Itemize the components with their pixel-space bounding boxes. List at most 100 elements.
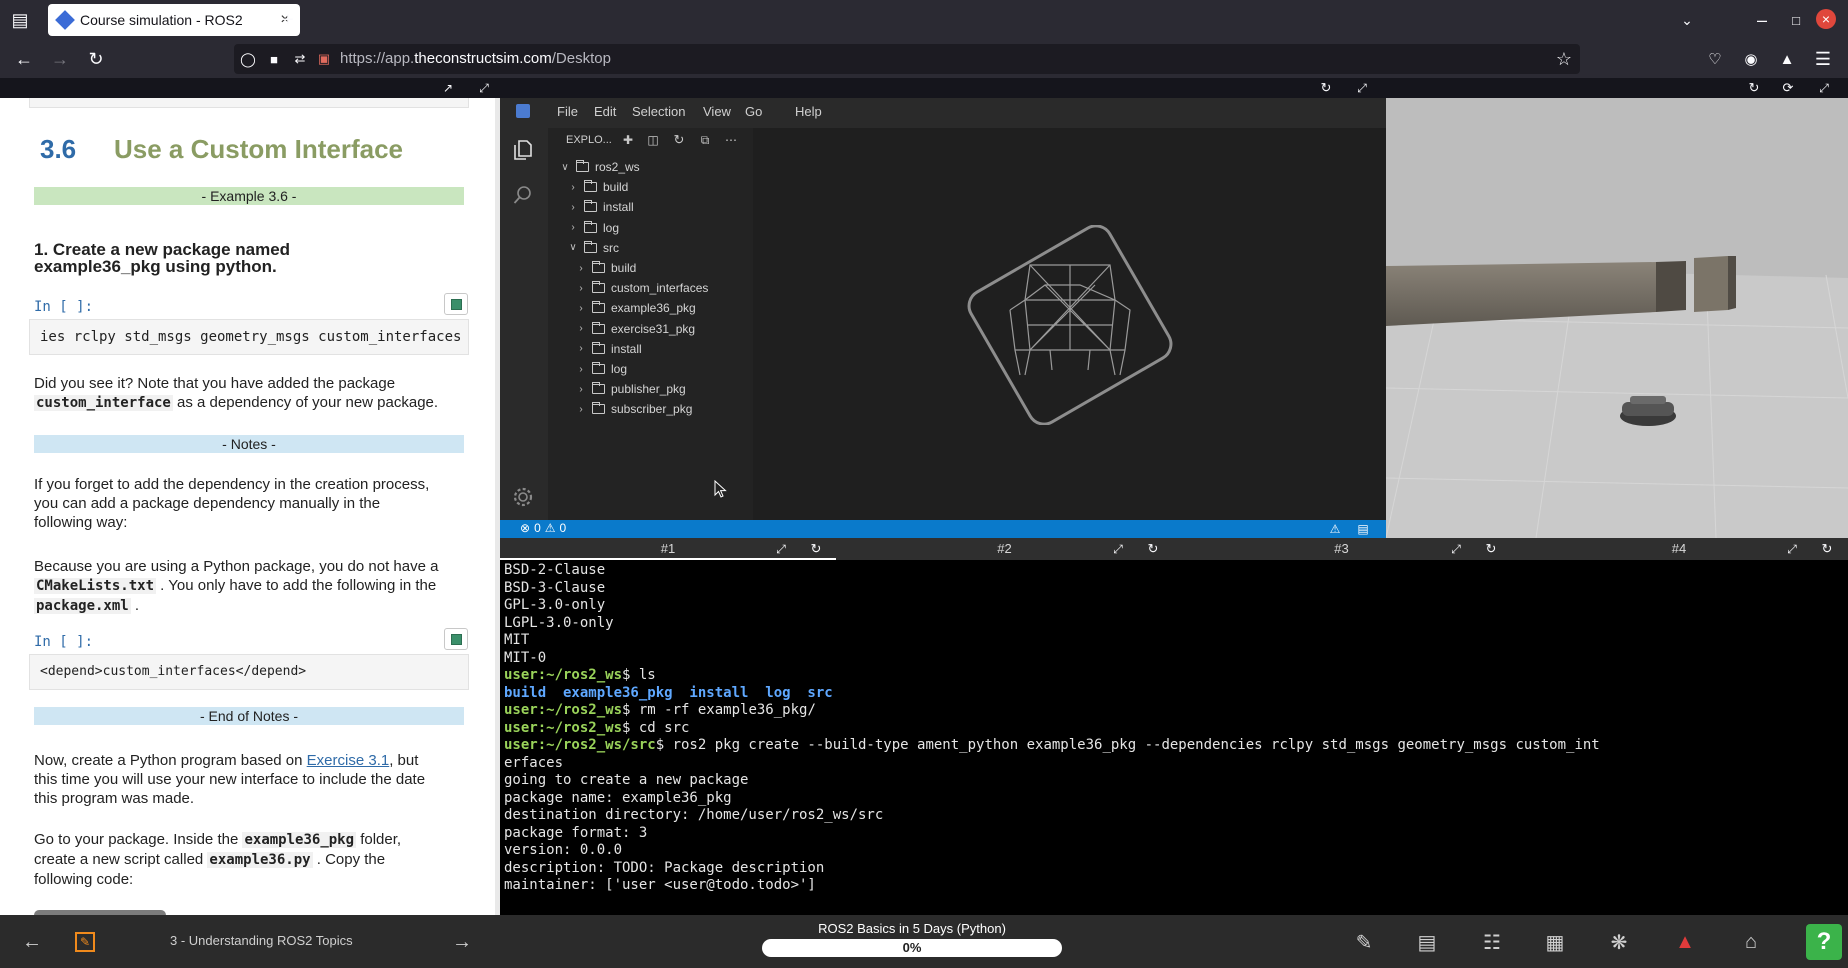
explorer-item[interactable]: › publisher_pkg bbox=[576, 380, 686, 398]
code-cell[interactable]: ies rclpy std_msgs geometry_msgs custom_… bbox=[29, 319, 469, 355]
explorer-item[interactable]: ∨ src bbox=[568, 239, 619, 257]
chevron-down-icon[interactable]: ⌄ bbox=[1675, 8, 1699, 32]
expand-icon[interactable]: ⤢ bbox=[1448, 541, 1464, 557]
new-file-icon[interactable]: ✚ bbox=[620, 132, 636, 148]
notes-icon[interactable]: ✎ bbox=[1352, 930, 1376, 954]
explorer-item[interactable]: ∨ ros2_ws bbox=[560, 158, 640, 176]
refresh-icon[interactable]: ↻ bbox=[1819, 541, 1835, 557]
exercise-link[interactable]: Exercise 3.1 bbox=[307, 752, 390, 769]
close-window-icon[interactable]: × bbox=[1816, 9, 1836, 29]
folder-icon bbox=[592, 321, 605, 334]
menu-item[interactable]: Help bbox=[795, 104, 822, 119]
expand-sim-icon[interactable]: ⤢ bbox=[1816, 80, 1832, 96]
external-link-icon[interactable]: ↗ bbox=[440, 80, 456, 96]
folder-icon bbox=[584, 200, 597, 213]
expand-icon[interactable]: ⤢ bbox=[476, 80, 492, 96]
explorer-item[interactable]: › log bbox=[576, 360, 627, 378]
assistant-icon[interactable]: ❋ bbox=[1607, 930, 1631, 954]
restore-icon[interactable]: □ bbox=[1784, 8, 1808, 32]
explorer-item[interactable]: › log bbox=[568, 219, 619, 237]
refresh-icon[interactable]: ↻ bbox=[808, 541, 824, 557]
explorer-item-label: log bbox=[603, 220, 620, 235]
new-tab-button[interactable]: + bbox=[276, 8, 300, 32]
help-button[interactable]: ? bbox=[1806, 924, 1842, 960]
lock-icon[interactable]: ■ bbox=[264, 49, 284, 69]
account-icon[interactable]: ◉ bbox=[1740, 49, 1762, 69]
folder-icon bbox=[592, 301, 605, 314]
menu-item[interactable]: Selection bbox=[632, 104, 685, 119]
prev-unit-icon[interactable]: ← bbox=[20, 930, 44, 954]
expand-icon[interactable]: ⤢ bbox=[1110, 541, 1126, 557]
refresh-editor-icon[interactable]: ↻ bbox=[1318, 80, 1334, 96]
problems-status[interactable]: ⊗ 0 ⚠ 0 bbox=[520, 521, 566, 535]
book-icon[interactable]: ☷ bbox=[1480, 930, 1504, 954]
menu-item[interactable]: Go bbox=[745, 104, 762, 119]
url-text[interactable]: https://app.theconstructsim.com/Desktop bbox=[340, 50, 611, 67]
back-icon[interactable]: ← bbox=[12, 48, 36, 70]
paragraph: Now, create a Python program based on Ex… bbox=[34, 752, 426, 807]
explorer-item[interactable]: › exercise31_pkg bbox=[576, 320, 695, 338]
search-icon[interactable] bbox=[512, 184, 534, 206]
browser-tab[interactable]: Course simulation - ROS2 × bbox=[48, 4, 300, 36]
desktop-icon[interactable]: ▤ bbox=[1415, 930, 1439, 954]
explorer-item[interactable]: › install bbox=[576, 340, 642, 358]
chevron-down-icon: ∨ bbox=[561, 161, 569, 173]
expand-editor-icon[interactable]: ⤢ bbox=[1354, 80, 1370, 96]
step-heading: 1. Create a new package named example36_… bbox=[34, 240, 291, 276]
explorer-item[interactable]: › example36_pkg bbox=[576, 299, 696, 317]
forward-icon[interactable]: → bbox=[48, 48, 72, 70]
gazebo-simulation[interactable] bbox=[1385, 98, 1848, 539]
menu-item[interactable]: Edit bbox=[594, 104, 616, 119]
layout-icon[interactable]: ▤ bbox=[1355, 521, 1371, 537]
reset-sim-icon[interactable]: ⟳ bbox=[1780, 80, 1796, 96]
home-icon[interactable]: ⌂ bbox=[1739, 930, 1763, 954]
terminal-line: MIT bbox=[504, 632, 530, 648]
refresh-explorer-icon[interactable]: ↻ bbox=[671, 132, 687, 148]
reload-icon[interactable]: ↻ bbox=[84, 48, 108, 70]
minimize-icon[interactable]: – bbox=[1750, 8, 1774, 32]
explorer-item[interactable]: › build bbox=[568, 178, 628, 196]
explorer-item[interactable]: › subscriber_pkg bbox=[576, 400, 692, 418]
more-actions-icon[interactable]: ⋯ bbox=[723, 132, 739, 148]
explorer-item[interactable]: › install bbox=[568, 198, 634, 216]
alert-icon[interactable]: ▲ bbox=[1673, 930, 1697, 954]
settings-gear-icon[interactable] bbox=[512, 486, 534, 508]
code-cell[interactable]: <depend>custom_interfaces</depend> bbox=[29, 654, 469, 690]
refresh-sim-icon[interactable]: ↻ bbox=[1746, 80, 1762, 96]
pocket-icon[interactable]: ♡ bbox=[1704, 49, 1726, 69]
refresh-icon[interactable]: ↻ bbox=[1145, 541, 1161, 557]
unit-title[interactable]: 3 - Understanding ROS2 Topics bbox=[170, 933, 353, 948]
folder-icon bbox=[584, 180, 597, 193]
extensions-icon[interactable]: ▲ bbox=[1776, 49, 1798, 69]
expand-icon[interactable]: ⤢ bbox=[773, 541, 789, 557]
explorer-item[interactable]: › custom_interfaces bbox=[576, 279, 708, 297]
copy-button[interactable] bbox=[444, 628, 468, 650]
copy-button[interactable] bbox=[444, 293, 468, 315]
terminal-output[interactable]: BSD-2-Clause BSD-3-Clause GPL-3.0-only LGPL… bbox=[500, 560, 1848, 915]
shield-icon[interactable]: ◯ bbox=[238, 49, 258, 69]
collapse-all-icon[interactable]: ⧉ bbox=[697, 132, 713, 148]
menu-icon[interactable]: ☰ bbox=[1812, 49, 1834, 69]
notebook-panel[interactable]: 3.6 Use a Custom Interface - Example 3.6… bbox=[0, 98, 495, 915]
section-number: 3.6 bbox=[40, 134, 77, 164]
menu-item[interactable]: File bbox=[557, 104, 578, 119]
new-folder-icon[interactable]: ◫ bbox=[645, 132, 661, 148]
explorer-icon[interactable] bbox=[512, 138, 534, 162]
explorer-item-label: src bbox=[603, 240, 619, 255]
warning-icon: ⚠ bbox=[544, 521, 556, 535]
bookmark-star-icon[interactable]: ☆ bbox=[1554, 49, 1574, 69]
notebook-icon[interactable]: ✎ bbox=[75, 932, 95, 952]
permissions-icon[interactable]: ⇄ bbox=[290, 49, 310, 69]
menu-item[interactable]: View bbox=[703, 104, 731, 119]
media-blocked-icon[interactable]: ▣ bbox=[314, 49, 334, 69]
expand-icon[interactable]: ⤢ bbox=[1784, 541, 1800, 557]
copy-icon bbox=[450, 298, 462, 310]
paragraph: If you forget to add the dependency in t… bbox=[34, 476, 430, 531]
apps-grid-icon[interactable]: ▦ bbox=[1543, 930, 1567, 954]
mouse-cursor-icon bbox=[714, 479, 728, 498]
next-unit-icon[interactable]: → bbox=[450, 930, 474, 954]
tab-list-icon[interactable]: ▤ bbox=[8, 8, 32, 32]
explorer-item[interactable]: › build bbox=[576, 259, 636, 277]
notifications-bell-icon[interactable]: ⚠ bbox=[1327, 521, 1343, 537]
refresh-icon[interactable]: ↻ bbox=[1483, 541, 1499, 557]
